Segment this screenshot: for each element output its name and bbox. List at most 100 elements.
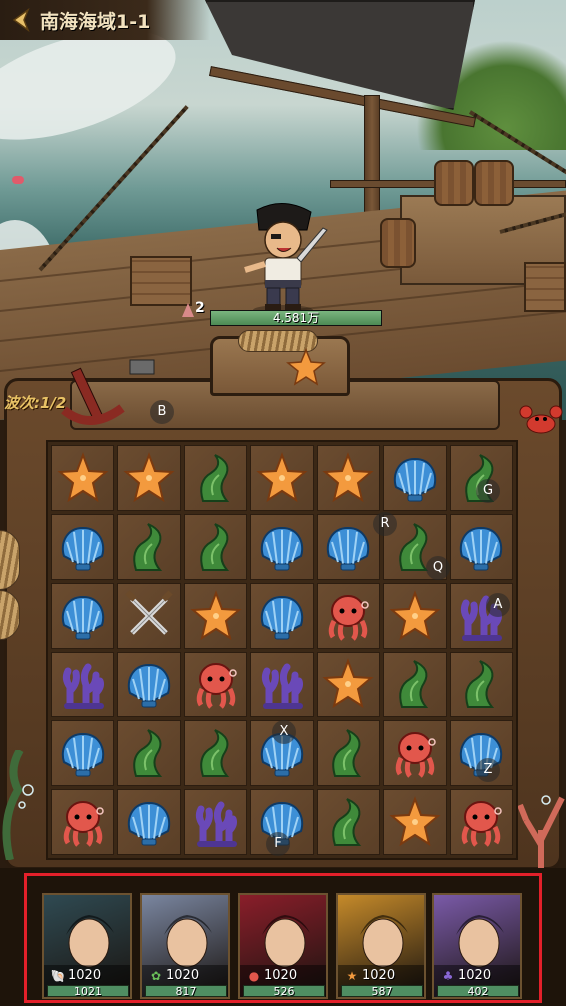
wave-counter: 波次:1/2 <box>4 394 67 412</box>
board-tile[interactable] <box>51 445 115 511</box>
coral-decoration <box>517 795 565 870</box>
marker-b: B <box>150 400 174 424</box>
octopus-icon <box>196 663 237 710</box>
starfish-icon <box>57 452 109 503</box>
octopus-icon <box>329 594 370 641</box>
board-tile[interactable] <box>117 651 181 718</box>
shell-icon <box>460 526 503 571</box>
hero-hp-bar: 817 <box>145 985 227 997</box>
board-tile[interactable] <box>183 513 248 580</box>
board-tile[interactable] <box>183 582 248 649</box>
starfish-icon <box>389 589 441 640</box>
board-tile[interactable] <box>449 651 513 718</box>
board-tile[interactable] <box>117 513 181 580</box>
seaweed-icon <box>332 729 362 778</box>
starfish-icon <box>256 452 308 503</box>
coral-icon <box>261 663 303 710</box>
hero-hp-bar: 402 <box>437 985 519 997</box>
coral-icon <box>195 801 237 848</box>
marker-f: F <box>266 832 290 856</box>
board-tile[interactable] <box>383 789 447 855</box>
board-tile[interactable] <box>250 582 314 649</box>
seaweed-icon <box>133 729 163 778</box>
barrel <box>474 160 514 206</box>
enemy-pirate[interactable] <box>235 200 330 315</box>
board-tile[interactable] <box>316 789 381 855</box>
crate <box>524 262 566 312</box>
barrel <box>380 218 416 268</box>
octopus-icon <box>395 732 436 779</box>
marker-g: G <box>476 479 500 503</box>
board-tile[interactable] <box>250 651 314 718</box>
hero-card-1[interactable]: 🐚 1020 1021 <box>42 893 132 999</box>
board-tile[interactable] <box>250 445 314 511</box>
board-tile[interactable] <box>383 651 447 718</box>
board-tile[interactable] <box>383 582 447 649</box>
board-tile[interactable] <box>117 445 181 511</box>
board-tile[interactable] <box>51 651 115 718</box>
seaweed-icon <box>399 660 428 709</box>
hero-hp: 817 <box>175 985 197 998</box>
shell-icon <box>260 526 304 571</box>
hero-attack: 1020 <box>362 968 396 983</box>
board-tile[interactable] <box>51 513 115 580</box>
shell-icon <box>61 733 104 777</box>
board-tile[interactable] <box>449 513 513 580</box>
board-tile[interactable] <box>183 789 248 855</box>
hero-hp-bar: 587 <box>341 985 423 997</box>
seaweed-icon <box>199 522 229 571</box>
hero-attack: 1020 <box>68 968 102 983</box>
board-tile[interactable] <box>183 651 248 718</box>
shell-icon <box>128 802 171 846</box>
seaweed-icon <box>465 660 495 709</box>
board-tile[interactable] <box>117 720 181 787</box>
dagger-icon <box>182 303 194 317</box>
octopus-icon <box>63 801 104 847</box>
board-tile[interactable] <box>183 720 248 787</box>
hero-element-icon: ✿ <box>150 969 162 983</box>
board-tile[interactable] <box>51 720 115 787</box>
shell-icon <box>327 526 370 571</box>
starfish-icon <box>190 589 242 640</box>
board-tile[interactable] <box>316 582 381 649</box>
marker-r: R <box>373 512 397 536</box>
back-button[interactable] <box>10 7 34 33</box>
side-indicator <box>12 176 24 184</box>
board-tile[interactable] <box>183 445 248 511</box>
hero-hp: 1021 <box>74 985 102 998</box>
enemy-hp-text: 4.581万 <box>272 311 320 325</box>
coral-icon <box>62 663 104 710</box>
board-tile[interactable] <box>316 720 381 787</box>
shell-icon <box>61 595 104 640</box>
board-tile[interactable] <box>383 445 447 511</box>
board-tile[interactable] <box>51 789 115 855</box>
board-tile[interactable] <box>250 513 314 580</box>
hero-card-3[interactable]: ● 1020 526 <box>238 893 328 999</box>
marker-z: Z <box>476 758 500 782</box>
hero-attack: 1020 <box>458 968 492 983</box>
board-tile[interactable] <box>383 720 447 787</box>
shell-icon <box>128 664 171 708</box>
hero-card-5[interactable]: ♣ 1020 402 <box>432 893 522 999</box>
hero-card-2[interactable]: ✿ 1020 817 <box>140 893 230 999</box>
match-board <box>46 440 518 860</box>
board-tile[interactable] <box>117 789 181 855</box>
enemy-level: 2 <box>182 299 212 321</box>
octopus-icon <box>462 801 503 847</box>
board-tile[interactable] <box>117 582 181 649</box>
starfish-icon <box>322 452 374 503</box>
seaweed-icon <box>332 798 362 847</box>
starfish-ornament-icon <box>286 348 326 386</box>
board-tile[interactable] <box>316 651 381 718</box>
shell-icon <box>393 457 436 502</box>
seaweed-icon <box>199 453 229 502</box>
board-tile[interactable] <box>316 445 381 511</box>
hero-card-4[interactable]: ★ 1020 587 <box>336 893 426 999</box>
swords-icon <box>125 589 173 635</box>
board-tile[interactable] <box>51 582 115 649</box>
seaweed-decoration <box>2 750 34 860</box>
hero-attack: 1020 <box>166 968 200 983</box>
shell-icon <box>260 595 304 640</box>
board-tile[interactable] <box>449 789 513 855</box>
board-tile[interactable] <box>316 513 381 580</box>
